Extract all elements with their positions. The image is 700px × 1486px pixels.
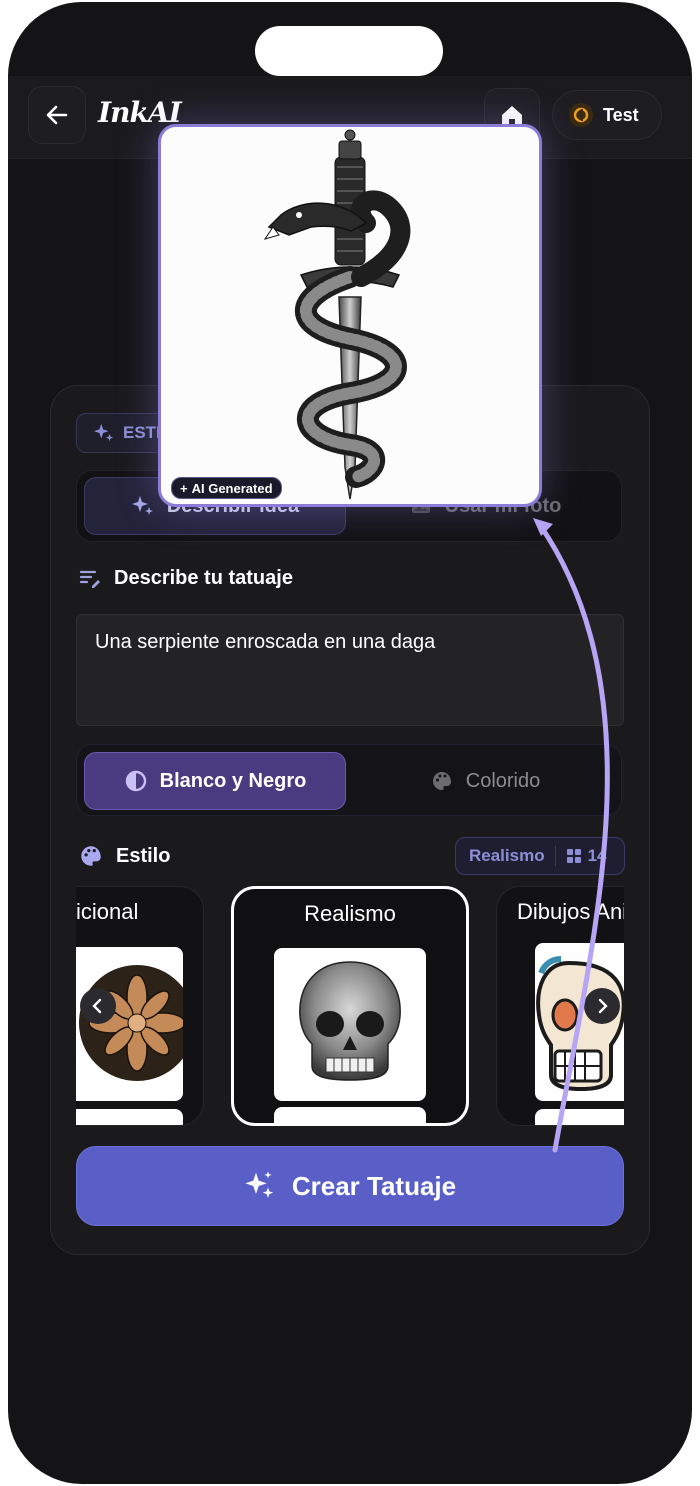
generated-tattoo-preview[interactable]: + AI Generated: [158, 124, 542, 507]
ai-generated-badge: + AI Generated: [171, 477, 282, 499]
tattoo-image: [263, 129, 411, 500]
plus-icon: +: [180, 480, 188, 496]
ai-generated-label: AI Generated: [191, 480, 273, 496]
